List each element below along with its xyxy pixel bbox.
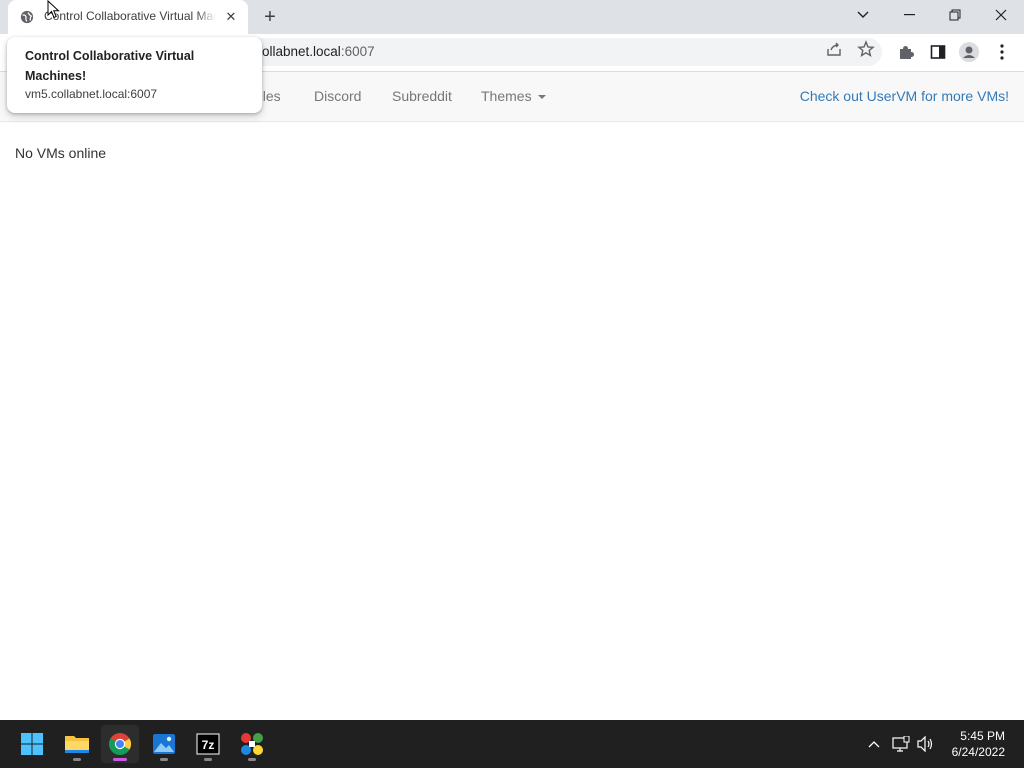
7zip-icon[interactable]: 7z: [189, 725, 227, 763]
chrome-icon[interactable]: [101, 725, 139, 763]
address-bar-url[interactable]: ollabnet.local:6007: [262, 44, 375, 59]
nav-themes-dropdown[interactable]: Themes: [481, 88, 546, 104]
hover-card-title: Control Collaborative Virtual Machines!: [25, 49, 195, 83]
chevron-up-icon[interactable]: [864, 734, 884, 754]
running-indicator: [160, 758, 168, 761]
menu-icon[interactable]: [992, 42, 1012, 62]
clock-date: 6/24/2022: [951, 745, 1005, 759]
tab-title: Control Collaborative Virtual Machines!: [44, 9, 216, 23]
mouse-cursor-icon: [47, 0, 60, 19]
restore-icon[interactable]: [932, 0, 978, 30]
nav-discord-link[interactable]: Discord: [314, 88, 361, 104]
extensions-icon[interactable]: [896, 42, 916, 62]
close-icon[interactable]: ✕: [222, 8, 240, 26]
running-indicator: [204, 758, 212, 761]
clock-time: 5:45 PM: [960, 729, 1005, 743]
running-indicator: [248, 758, 256, 761]
photos-icon[interactable]: [145, 725, 183, 763]
side-panel-icon[interactable]: [928, 42, 948, 62]
chevron-down-icon[interactable]: [840, 0, 886, 30]
tab-hover-card: Control Collaborative Virtual Machines! …: [7, 37, 262, 113]
caret-down-icon: [537, 95, 546, 100]
minimize-icon[interactable]: [886, 0, 932, 30]
volume-icon[interactable]: [916, 734, 936, 754]
tab-strip: Control Collaborative Virtual Machines! …: [0, 0, 1024, 34]
windows-start-icon[interactable]: [13, 725, 51, 763]
hover-card-url: vm5.collabnet.local:6007: [25, 87, 158, 101]
profile-icon[interactable]: [959, 42, 979, 62]
windows-taskbar: 7z 5:45 PM 6/24/2022: [0, 720, 1024, 768]
game-icon[interactable]: [233, 725, 271, 763]
themes-label: Themes: [481, 88, 532, 104]
url-port: :6007: [340, 44, 375, 59]
network-icon[interactable]: [891, 734, 911, 754]
browser-tab[interactable]: Control Collaborative Virtual Machines! …: [8, 0, 248, 34]
share-icon[interactable]: [825, 40, 843, 58]
nav-subreddit-link[interactable]: Subreddit: [392, 88, 452, 104]
running-indicator: [73, 758, 81, 761]
url-host: ollabnet.local: [262, 44, 341, 59]
file-explorer-icon[interactable]: [58, 725, 96, 763]
vm-list-status: No VMs online: [15, 145, 107, 161]
close-icon[interactable]: [978, 0, 1024, 30]
svg-text:7z: 7z: [202, 738, 215, 752]
star-icon[interactable]: [857, 40, 875, 58]
uservm-link[interactable]: Check out UserVM for more VMs!: [800, 88, 1009, 104]
running-indicator: [113, 758, 127, 761]
plus-icon[interactable]: +: [258, 6, 282, 28]
globe-icon: [20, 10, 34, 24]
system-clock[interactable]: 5:45 PM 6/24/2022: [952, 728, 1005, 760]
